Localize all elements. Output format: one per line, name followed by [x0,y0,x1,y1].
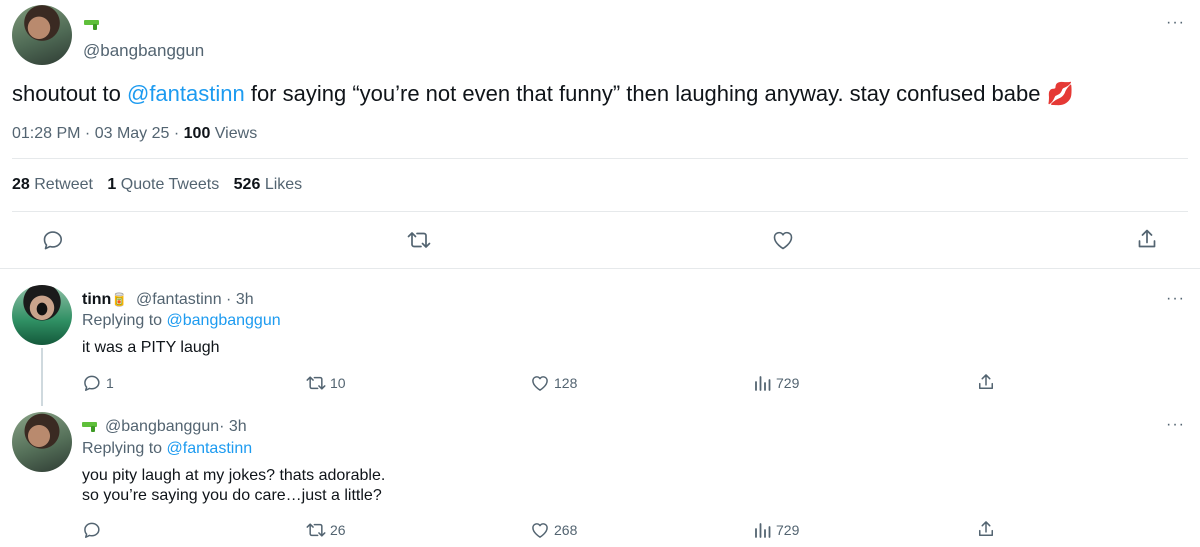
likes-count: 526 [233,176,261,193]
reply-header: @bangbanggun · 3h [82,418,247,436]
retweet-count: 28 [12,176,30,193]
reply-icon [84,522,100,538]
reply-age[interactable]: · 3h [222,291,254,308]
main-tweet-views-count: 100 [183,125,211,142]
reply-share-button[interactable] [976,519,996,544]
quote-count: 1 [107,176,117,193]
reply-like-button[interactable]: 268 [530,520,577,540]
main-tweet-more-button[interactable]: ··· [1166,14,1185,32]
main-tweet-stats: 28 Retweet 1 Quote Tweets 526 Likes [12,176,302,194]
views-chart-icon [755,376,771,391]
reply-author-handle[interactable]: @bangbanggun [105,418,219,436]
replying-to-prefix: Replying to [82,312,167,329]
retweet-count: 10 [330,375,346,391]
quote-label: Quote Tweets [120,176,220,193]
main-tweet-meta: 01:28 PM · 03 May 25 · 100 Views [12,125,257,143]
main-tweet-time[interactable]: 01:28 PM [12,125,80,142]
reply-reply-button[interactable] [82,520,106,540]
heart-icon [532,523,548,538]
views-chart-icon [755,523,771,538]
main-tweet-views-label: Views [214,125,258,142]
main-tweet-mention-link[interactable]: @fantastinn [127,81,245,106]
meta-separator: · [169,125,184,142]
like-count: 268 [554,522,578,538]
main-tweet-handle[interactable]: @bangbanggun [83,41,204,61]
retweet-stat[interactable]: 28 Retweet [12,176,93,193]
main-tweet-text: shoutout to @fantastinn for saying “you’… [12,81,1074,107]
reply-views-button[interactable]: 729 [754,373,799,393]
share-icon [1138,229,1156,248]
main-tweet-divider-2 [12,211,1188,212]
reply-avatar[interactable] [12,285,72,345]
main-like-button[interactable] [771,228,795,252]
replying-to-prefix: Replying to [82,440,167,457]
heart-icon [773,231,793,250]
retweet-label: Retweet [34,176,93,193]
reply-views-button[interactable]: 729 [754,520,799,540]
reply-count: 1 [106,375,114,391]
reply-like-button[interactable]: 128 [530,373,577,393]
reply-age[interactable]: · 3h [219,418,247,436]
meta-separator: · [80,125,95,142]
replying-to-link[interactable]: @fantastinn [167,440,253,457]
water-gun-emoji-icon [82,422,97,432]
share-icon [979,374,993,389]
like-count: 128 [554,375,578,391]
reply-icon [84,375,100,391]
views-count: 729 [776,522,800,538]
can-emoji-icon: 🥫 [111,292,128,307]
retweet-icon [407,232,431,248]
quote-stat[interactable]: 1 Quote Tweets [107,176,219,193]
main-tweet-divider-1 [12,158,1188,159]
retweet-icon [306,376,326,390]
likes-label: Likes [264,176,303,193]
reply-author-handle[interactable]: @fantastinn [136,291,222,308]
replying-to: Replying to @bangbanggun [82,312,281,330]
reply-reply-button[interactable]: 1 [82,373,114,393]
replying-to-link[interactable]: @bangbanggun [167,312,281,329]
reply-text: it was a PITY laugh [82,339,220,356]
reply-retweet-button[interactable]: 26 [305,520,346,540]
reply-text-line-2: so you’re saying you do care…just a litt… [82,487,382,504]
main-tweet-bottom-border [0,268,1200,269]
reply-more-button[interactable]: ··· [1166,416,1185,434]
water-gun-emoji-icon [84,20,99,30]
retweet-icon [306,523,326,537]
main-tweet-date[interactable]: 03 May 25 [95,125,170,142]
main-tweet-text-after: for saying “you’re not even that funny” … [244,81,1074,106]
reply-avatar[interactable] [12,412,72,472]
main-tweet-avatar[interactable] [12,5,72,65]
thread-connector-line [41,348,43,406]
reply-text-line-1: you pity laugh at my jokes? thats adorab… [82,467,386,484]
reply-share-button[interactable] [976,372,996,397]
reply-retweet-button[interactable]: 10 [305,373,346,393]
retweet-count: 26 [330,522,346,538]
replying-to: Replying to @fantastinn [82,440,252,458]
views-count: 729 [776,375,800,391]
main-tweet-text-before: shoutout to [12,81,127,106]
heart-icon [532,376,548,391]
main-share-button[interactable] [1135,227,1159,251]
reply-header: tinn🥫 @fantastinn · 3h [82,291,254,309]
reply-author-name[interactable]: tinn [82,291,111,308]
reply-more-button[interactable]: ··· [1166,290,1185,308]
main-reply-button[interactable] [41,228,65,252]
main-retweet-button[interactable] [406,228,432,252]
reply-icon [43,231,62,250]
likes-stat[interactable]: 526 Likes [234,176,303,193]
share-icon [979,521,993,536]
